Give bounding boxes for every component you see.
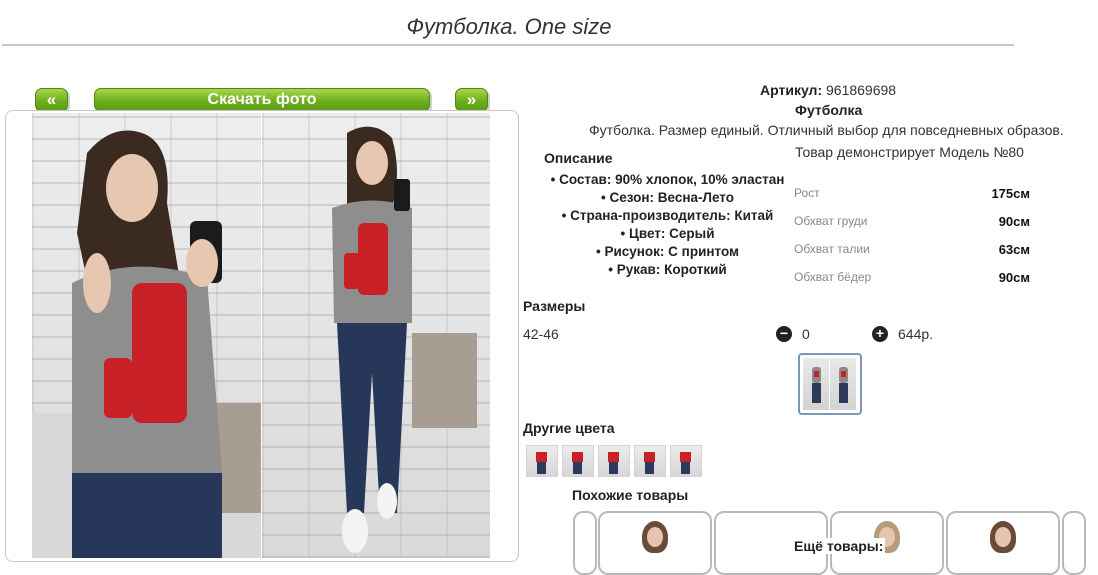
description-item: Цвет: Серый [535, 225, 800, 243]
measurement-row: Обхват груди 90см [794, 214, 1030, 234]
next-photo-button[interactable]: » [455, 88, 488, 112]
description-heading: Описание [544, 150, 613, 166]
minus-circle-icon[interactable]: − [776, 326, 792, 342]
measurement-label: Рост [794, 186, 820, 200]
article-value: 961869698 [826, 82, 897, 98]
size-value: 42-46 [523, 326, 559, 342]
color-swatch[interactable] [598, 445, 630, 477]
color-swatch[interactable] [634, 445, 666, 477]
similar-item-card[interactable] [598, 511, 712, 575]
product-photo-frame [5, 110, 519, 562]
article-label: Артикул: [760, 82, 823, 98]
title-divider [2, 44, 1014, 46]
page-title: Футболка. One size [406, 14, 612, 39]
measurement-label: Обхват бёдер [794, 270, 872, 284]
similar-prev-card[interactable] [573, 511, 597, 575]
measurement-label: Обхват талии [794, 242, 870, 256]
download-photo-button[interactable]: Скачать фото [94, 88, 430, 112]
similar-next-card[interactable] [1062, 511, 1086, 575]
article-line: Артикул: 961869698 [760, 82, 896, 98]
sizes-heading: Размеры [523, 298, 586, 314]
measurement-value: 90см [998, 270, 1030, 285]
similar-item-card[interactable] [946, 511, 1060, 575]
measurement-value: 63см [998, 242, 1030, 257]
plus-circle-icon[interactable]: + [872, 326, 888, 342]
description-item: Рукав: Короткий [535, 261, 800, 279]
measurement-value: 175см [991, 186, 1030, 201]
more-products-heading: Ещё товары: [792, 538, 886, 554]
measurement-label: Обхват груди [794, 214, 868, 228]
model-note: Товар демонстрирует Модель №80 [795, 144, 1024, 160]
product-summary: Футболка. Размер единый. Отличный выбор … [589, 122, 1064, 138]
color-swatch[interactable] [562, 445, 594, 477]
product-photo-full[interactable] [262, 113, 490, 558]
description-item: Страна-производитель: Китай [535, 207, 800, 225]
color-swatch[interactable] [670, 445, 702, 477]
color-swatch[interactable] [526, 445, 558, 477]
prev-photo-button[interactable]: « [35, 88, 68, 112]
price-value: 644р. [898, 326, 934, 342]
description-list: Состав: 90% хлопок, 10% эластан Сезон: В… [535, 171, 800, 279]
measurement-row: Обхват бёдер 90см [794, 270, 1030, 290]
quantity-value[interactable]: 0 [802, 326, 810, 342]
description-item: Состав: 90% хлопок, 10% эластан [535, 171, 800, 189]
measurement-row: Рост 175см [794, 186, 1030, 206]
measurement-row: Обхват талии 63см [794, 242, 1030, 262]
measurement-value: 90см [998, 214, 1030, 229]
similar-heading: Похожие товары [572, 487, 689, 503]
other-colors-heading: Другие цвета [523, 420, 615, 436]
product-name: Футболка [795, 102, 863, 118]
selected-photo-thumbnail[interactable] [798, 353, 862, 415]
description-item: Сезон: Весна-Лето [535, 189, 800, 207]
description-item: Рисунок: С принтом [535, 243, 800, 261]
product-photo-front[interactable] [32, 113, 261, 558]
